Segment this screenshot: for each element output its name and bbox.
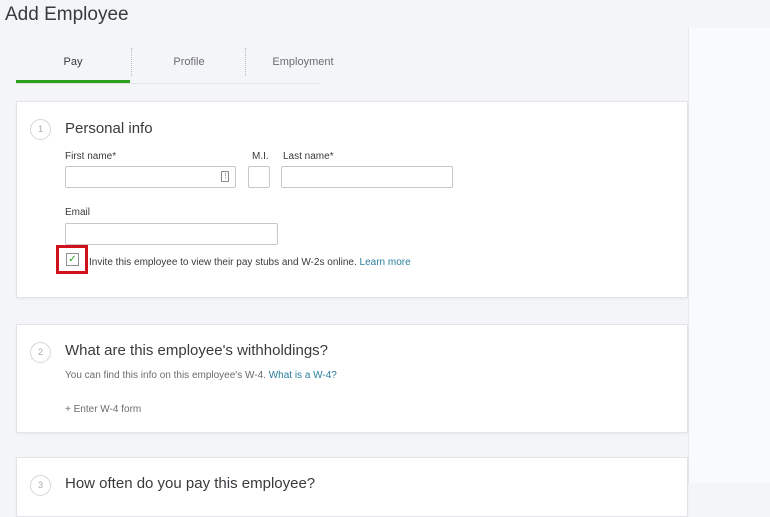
learn-more-link[interactable]: Learn more: [360, 257, 411, 268]
first-name-label: First name*: [65, 151, 116, 162]
enter-w4-link[interactable]: + Enter W-4 form: [65, 404, 141, 415]
tab-underline: [16, 83, 320, 84]
tab-profile[interactable]: Profile: [132, 45, 246, 83]
page-title: Add Employee: [5, 4, 129, 26]
section-heading: Personal info: [65, 120, 153, 137]
w4-hint: You can find this info on this employee'…: [65, 370, 337, 381]
first-name-input[interactable]: [65, 166, 236, 188]
right-panel: [688, 28, 770, 483]
step-number: 3: [30, 475, 51, 496]
section-heading: How often do you pay this employee?: [65, 475, 315, 492]
tab-employment[interactable]: Employment: [246, 45, 360, 83]
tab-pay[interactable]: Pay: [16, 45, 130, 83]
autofill-icon[interactable]: ⋮: [221, 171, 229, 182]
mi-label: M.I.: [252, 151, 269, 162]
what-is-w4-link[interactable]: What is a W-4?: [269, 370, 337, 381]
step-number: 1: [30, 119, 51, 140]
last-name-input[interactable]: [281, 166, 453, 188]
step-number: 2: [30, 342, 51, 363]
last-name-label: Last name*: [283, 151, 334, 162]
section-heading: What are this employee's withholdings?: [65, 342, 328, 359]
invite-label: Invite this employee to view their pay s…: [89, 257, 357, 268]
withholdings-card: 2 What are this employee's withholdings?…: [16, 324, 688, 433]
invite-checkbox[interactable]: ✓: [66, 253, 79, 266]
email-input[interactable]: [65, 223, 278, 245]
pay-frequency-card: 3 How often do you pay this employee?: [16, 457, 688, 517]
mi-input[interactable]: [248, 166, 270, 188]
hint-text: You can find this info on this employee'…: [65, 370, 266, 381]
tab-bar: Pay Profile Employment: [16, 45, 320, 85]
invite-text: Invite this employee to view their pay s…: [89, 257, 411, 268]
email-label: Email: [65, 207, 90, 218]
personal-info-card: 1 Personal info First name* M.I. Last na…: [16, 101, 688, 298]
